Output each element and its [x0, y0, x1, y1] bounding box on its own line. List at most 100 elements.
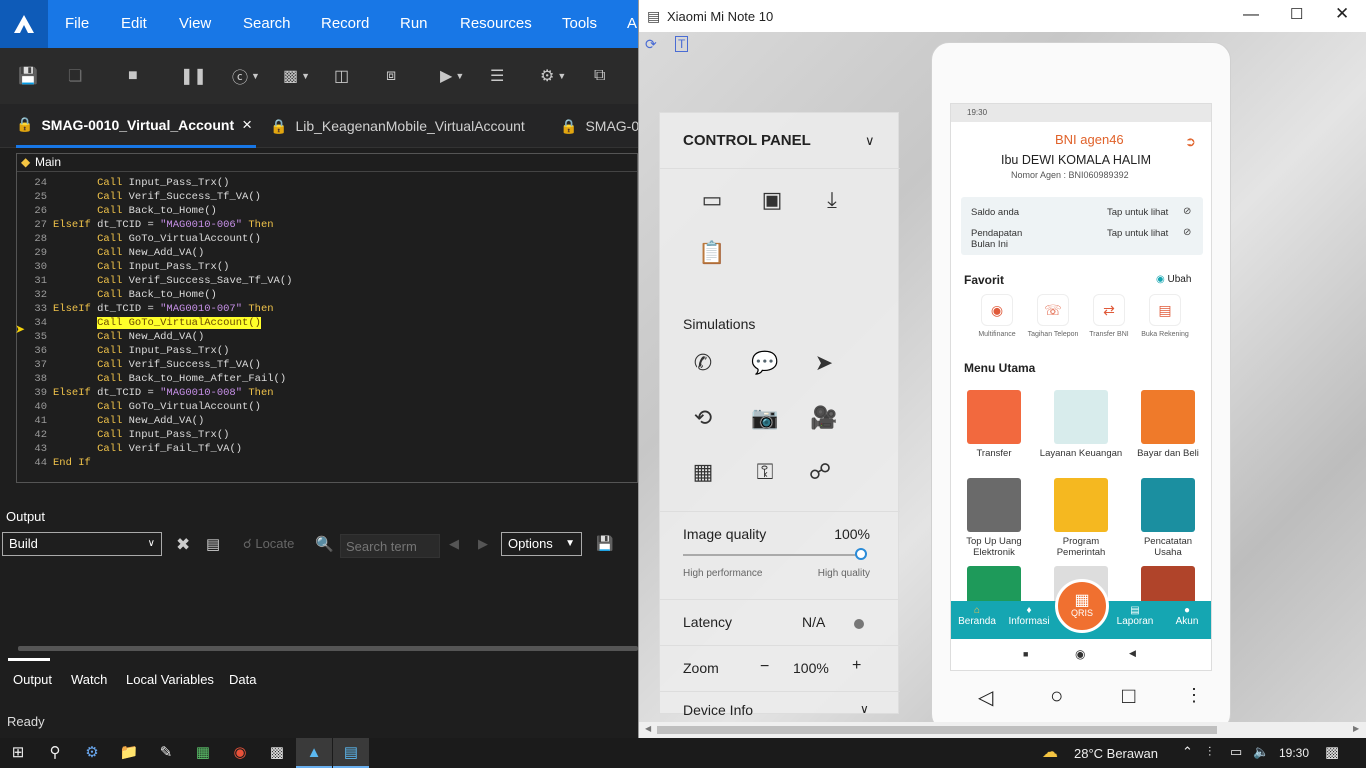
download-icon[interactable]: ⤓: [817, 185, 847, 215]
record-options-icon[interactable]: ⓒ ▼: [232, 62, 260, 90]
menu-view[interactable]: View: [179, 0, 211, 48]
ide-taskbar-icon[interactable]: ▲: [296, 738, 332, 768]
scroll-right-icon[interactable]: ▶: [1353, 724, 1359, 733]
camera-icon[interactable]: 📷: [750, 403, 780, 433]
menu-file[interactable]: File: [65, 0, 89, 48]
home-circle-icon[interactable]: ◉: [1075, 647, 1085, 661]
run-icon[interactable]: ▶ ▼: [440, 62, 464, 90]
code-line[interactable]: 28 Call GoTo_VirtualAccount(): [17, 232, 637, 246]
search-input[interactable]: [340, 534, 440, 558]
code-lines[interactable]: 24 Call Input_Pass_Trx() 25 Call Verif_Su…: [17, 176, 637, 470]
location-icon[interactable]: ➤: [809, 348, 839, 378]
stop-icon[interactable]: ■: [128, 62, 138, 90]
scroll-thumb[interactable]: [657, 726, 1217, 734]
menu-bayar-beli-icon[interactable]: [1141, 390, 1195, 444]
windows-start-icon[interactable]: ⊞: [0, 738, 36, 768]
fav-tagihan-telepon-icon[interactable]: ☏: [1037, 294, 1069, 326]
next-result-icon[interactable]: ▶: [478, 536, 488, 552]
phone-call-icon[interactable]: ✆: [688, 348, 718, 378]
menu-resources[interactable]: Resources: [460, 0, 532, 48]
menu-pencatatan-usaha-icon[interactable]: [1141, 478, 1195, 532]
rotate-device-icon[interactable]: ▭: [697, 185, 727, 215]
phone-screen[interactable]: 19:30 BNI agen46 ➲ Ibu DEWI KOMALA HALIM…: [950, 103, 1212, 671]
file-explorer-icon[interactable]: 📁: [111, 738, 147, 768]
archive-icon[interactable]: ◫: [334, 62, 349, 90]
tool-app-icon[interactable]: ⚙: [74, 738, 110, 768]
locate-button[interactable]: ☌ Locate: [243, 536, 294, 552]
ubah-button[interactable]: ◉ Ubah: [1156, 274, 1191, 285]
save-icon[interactable]: 💾: [18, 62, 38, 90]
code-line[interactable]: 24 Call Input_Pass_Trx(): [17, 176, 637, 190]
rotate-icon[interactable]: ⟲: [688, 403, 718, 433]
nav-akun[interactable]: ● Akun: [1161, 605, 1211, 627]
recents-icon[interactable]: □: [1122, 683, 1135, 709]
wifi-icon[interactable]: ⫶: [1208, 744, 1211, 760]
menu-more[interactable]: A: [627, 0, 637, 48]
wrap-icon[interactable]: ▤: [206, 535, 220, 553]
pendapatan-tap-hint[interactable]: Tap untuk lihat: [1107, 228, 1168, 239]
sms-icon[interactable]: 💬: [750, 348, 780, 378]
zoom-in-button[interactable]: +: [852, 657, 861, 675]
nav-beranda[interactable]: ⌂ Beranda: [951, 605, 1003, 627]
back-icon[interactable]: ◀: [1129, 648, 1136, 659]
eye-hidden-icon[interactable]: ⊘: [1183, 206, 1191, 217]
menu-layanan-keuangan-icon[interactable]: [1054, 390, 1108, 444]
nav-informasi[interactable]: ♦ Informasi: [1003, 605, 1055, 627]
options-button[interactable]: Options ▼: [501, 532, 582, 556]
clock[interactable]: 19:30: [1279, 746, 1309, 760]
scroll-left-icon[interactable]: ◀: [645, 724, 651, 733]
close-icon[interactable]: ✕: [1335, 4, 1349, 24]
tab-lib-keagenan[interactable]: 🔒 Lib_KeagenanMobile_VirtualAccount: [270, 104, 525, 148]
output-area[interactable]: [0, 562, 638, 652]
fav-buka-rekening-icon[interactable]: ▤: [1149, 294, 1181, 326]
network-app-icon[interactable]: ▦: [185, 738, 221, 768]
pen-app-icon[interactable]: ✎: [148, 738, 184, 768]
code-line[interactable]: 40 Call GoTo_VirtualAccount(): [17, 400, 637, 414]
code-line[interactable]: 27 ElseIf dt_TCID = "MAG0010-006" Then: [17, 218, 637, 232]
minimize-icon[interactable]: —: [1243, 6, 1259, 24]
previous-result-icon[interactable]: ◀: [449, 536, 459, 552]
notification-icon[interactable]: ▩: [1325, 743, 1339, 761]
maximize-icon[interactable]: ☐: [1290, 5, 1303, 23]
qr-code-icon[interactable]: ▦: [688, 457, 718, 487]
back-icon[interactable]: ◁: [978, 685, 993, 710]
menu-top-up-icon[interactable]: [967, 478, 1021, 532]
menu-search[interactable]: Search: [243, 0, 291, 48]
nav-laporan[interactable]: ▤ Laporan: [1109, 605, 1161, 627]
code-line[interactable]: 33 ElseIf dt_TCID = "MAG0010-007" Then: [17, 302, 637, 316]
refresh-icon[interactable]: ⟳: [645, 36, 657, 53]
clear-icon[interactable]: ✖: [176, 535, 190, 555]
tab-data[interactable]: Data: [229, 672, 256, 687]
control-panel-header[interactable]: CONTROL PANEL ∨: [660, 113, 900, 169]
more-icon[interactable]: ⋮: [1185, 685, 1203, 706]
code-editor[interactable]: ◆ Main 24 Call Input_Pass_Trx() 25 Call V…: [15, 153, 638, 631]
code-line[interactable]: 43 Call Verif_Fail_Tf_VA(): [17, 442, 637, 456]
step-icon[interactable]: ⧈: [386, 62, 396, 90]
screenshot-icon[interactable]: ▣: [757, 185, 787, 215]
checkpoint-icon[interactable]: ▩ ▼: [283, 62, 310, 90]
window-icon[interactable]: ⧉: [594, 62, 605, 90]
search-icon[interactable]: ⚲: [37, 738, 73, 768]
code-line[interactable]: 32 Call Back_to_Home(): [17, 288, 637, 302]
menu-run[interactable]: Run: [400, 0, 428, 48]
menu-edit[interactable]: Edit: [121, 0, 147, 48]
code-line[interactable]: 44 End If: [17, 456, 637, 470]
gear-icon[interactable]: ⚙ ▼: [540, 62, 566, 90]
battery-icon[interactable]: ▭: [1230, 744, 1242, 760]
breadcrumb[interactable]: ◆ Main: [17, 154, 637, 172]
code-line[interactable]: 36 Call Input_Pass_Trx(): [17, 344, 637, 358]
list-icon[interactable]: ☰: [490, 62, 504, 90]
code-line[interactable]: 25 Call Verif_Success_Tf_VA(): [17, 190, 637, 204]
output-scrollbar[interactable]: [18, 646, 638, 651]
code-line[interactable]: 37 Call Verif_Success_Tf_VA(): [17, 358, 637, 372]
tab-smag-0010[interactable]: 🔒 SMAG-0010_Virtual_Account ×: [16, 104, 257, 148]
saldo-tap-hint[interactable]: Tap untuk lihat: [1107, 207, 1168, 218]
menu-record[interactable]: Record: [321, 0, 369, 48]
code-line[interactable]: 29 Call New_Add_VA(): [17, 246, 637, 260]
code-line[interactable]: 34 Call GoTo_VirtualAccount(): [17, 316, 637, 330]
emulator-hscrollbar[interactable]: ◀ ▶: [639, 722, 1366, 738]
zoom-out-button[interactable]: −: [760, 658, 769, 676]
clipboard-text-icon[interactable]: 📋: [697, 238, 727, 268]
logout-icon[interactable]: ➲: [1185, 134, 1196, 150]
code-line[interactable]: 26 Call Back_to_Home(): [17, 204, 637, 218]
